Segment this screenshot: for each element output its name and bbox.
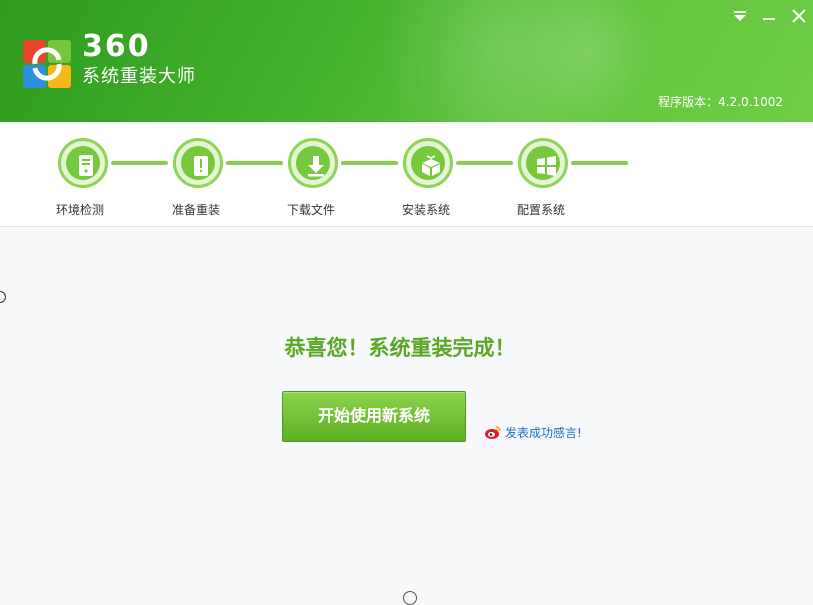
download-icon: [308, 156, 324, 177]
step-label-configure: 配置系统: [517, 203, 566, 217]
install-box-icon: [422, 155, 440, 176]
title-bar: 360 系统重装大师 程序版本：4.2.0.1002: [0, 0, 813, 122]
step-connector: [226, 161, 283, 165]
minimize-icon[interactable]: [759, 6, 779, 26]
close-icon[interactable]: [789, 6, 809, 26]
step-connector: [571, 161, 628, 165]
step-connector: [456, 161, 513, 165]
step-label-download: 下载文件: [287, 203, 336, 217]
completion-message: 恭喜您！系统重装完成！: [284, 336, 516, 360]
menu-dropdown-icon[interactable]: [730, 6, 750, 26]
version-label: 程序版本：4.2.0.1002: [658, 95, 783, 109]
step-prepare: [173, 138, 223, 188]
step-label-prepare: 准备重装: [172, 203, 221, 217]
step-connector: [111, 161, 168, 165]
step-label-environment-check: 环境检测: [56, 203, 105, 217]
step-label-install: 安装系统: [402, 203, 451, 217]
edge-cursor-artifact: [0, 291, 6, 303]
progress-steps: 环境检测 准备重装 下载文件 安装系统 配置系统: [0, 122, 813, 227]
step-connector: [341, 161, 398, 165]
app-logo-icon: [23, 40, 71, 88]
step-download: [288, 138, 338, 188]
computer-check-icon: [79, 155, 93, 176]
bottom-edge-artifact: [403, 591, 417, 605]
share-feedback-link[interactable]: 发表成功感言!: [484, 423, 582, 441]
brand-name: 系统重装大师: [82, 66, 196, 87]
share-link-text: 发表成功感言!: [505, 425, 582, 440]
brand-number: 360: [82, 29, 151, 64]
step-install: [403, 138, 453, 188]
step-environment-check: [58, 138, 108, 188]
step-configure: [518, 138, 568, 188]
windows-config-icon: [537, 156, 556, 176]
weibo-icon: [485, 426, 501, 439]
prepare-icon: [194, 156, 208, 176]
start-new-system-button[interactable]: 开始使用新系统: [282, 391, 466, 442]
